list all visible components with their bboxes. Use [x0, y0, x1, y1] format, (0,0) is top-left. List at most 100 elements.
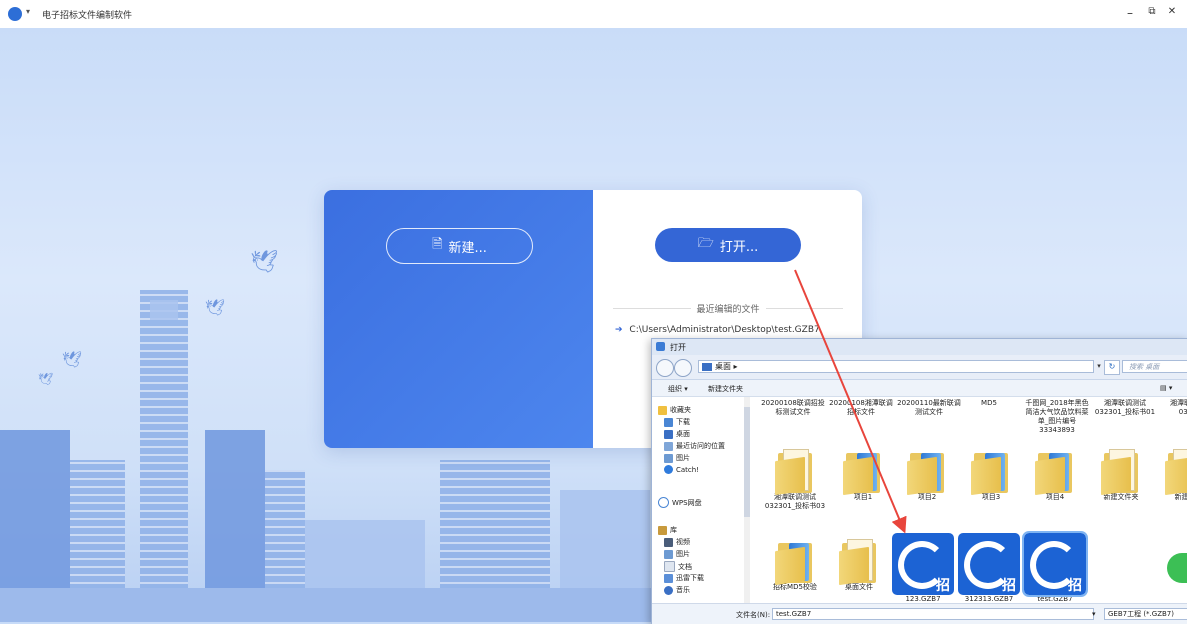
sidebar-item-catch[interactable]: Catch!: [664, 465, 699, 474]
sidebar-item-pictures-lib[interactable]: 图片: [664, 549, 690, 559]
app-logo-icon[interactable]: [8, 7, 22, 21]
view-toggle-icon[interactable]: ▤ ▾: [1160, 384, 1172, 392]
app-menu-caret-icon[interactable]: ▾: [26, 7, 30, 16]
list-item[interactable]: 招 123.GZB7: [890, 533, 956, 603]
folder-open-icon: 🗁: [697, 236, 714, 251]
bird-icon: 🕊: [38, 372, 54, 386]
sidebar-item-library[interactable]: 库: [658, 525, 677, 535]
filename-dropdown-icon[interactable]: ▾: [1092, 610, 1096, 618]
list-item[interactable]: 湘潭联调测试032301_投标书03: [762, 447, 828, 511]
list-item[interactable]: 项目3: [958, 447, 1024, 502]
new-button[interactable]: 🗎 新建...: [386, 228, 533, 264]
folder-icon: [1101, 447, 1141, 496]
open-button-label: 打开...: [719, 239, 759, 255]
sidebar-item-favorites[interactable]: 收藏夹: [658, 405, 691, 415]
list-item[interactable]: 招 312313.GZB7: [956, 533, 1022, 603]
list-item[interactable]: 20200108湘潭联调招标文件: [828, 399, 894, 417]
list-item[interactable]: 湘潭联调测试0323...: [1158, 399, 1187, 417]
refresh-button[interactable]: ↻: [1104, 360, 1120, 375]
list-item[interactable]: 招标MD5校验: [762, 537, 828, 592]
library-icon: [658, 525, 667, 535]
sidebar-item-wps-cloud[interactable]: WPS网盘: [658, 497, 702, 508]
folder-icon: [1035, 447, 1075, 496]
minimize-button[interactable]: –: [1122, 6, 1138, 20]
recent-file-item[interactable]: ➔ C:\Users\Administrator\Desktop\test.GZ…: [615, 325, 820, 335]
thunder-icon: [664, 573, 673, 583]
folder-icon: [775, 447, 815, 496]
recent-icon: [664, 441, 673, 451]
list-item[interactable]: 项目1: [830, 447, 896, 502]
list-item[interactable]: 20200108联调招投标测试文件: [760, 399, 826, 417]
cloud-icon: [658, 497, 669, 508]
picture-icon: [664, 453, 673, 463]
dialog-nav-bar: 桌面 ▸ ▾ ↻ 搜索 桌面: [652, 355, 1187, 380]
recent-heading-label: 最近编辑的文件: [696, 305, 760, 315]
document-icon: [664, 561, 675, 572]
new-panel: 🗎 新建...: [324, 190, 593, 448]
folder-icon: [907, 447, 947, 496]
dialog-app-icon: [656, 342, 665, 351]
folder-icon: [843, 447, 883, 496]
new-file-icon: 🗎: [432, 237, 443, 252]
folder-icon: [971, 447, 1011, 496]
list-item[interactable]: 项目2: [894, 447, 960, 502]
dialog-title-bar: 打开: [652, 339, 1187, 355]
recent-file-path: C:\Users\Administrator\Desktop\test.GZB7: [629, 325, 820, 335]
file-list: 20200108联调招投标测试文件 20200108湘潭联调招标文件 20200…: [750, 397, 1187, 603]
star-icon: [658, 405, 667, 415]
video-icon: [664, 537, 673, 547]
sidebar-item-documents[interactable]: 文档: [664, 561, 692, 572]
catch-icon: [664, 465, 673, 474]
list-item[interactable]: 桌面文件: [826, 537, 892, 592]
gzb-file-icon: 招: [1022, 531, 1088, 597]
list-item[interactable]: 项目4: [1022, 447, 1088, 502]
new-button-label: 新建...: [448, 240, 487, 256]
chevron-right-icon: ➔: [615, 325, 623, 335]
sidebar-item-thunder[interactable]: 迅雷下载: [664, 573, 704, 583]
sidebar-item-music[interactable]: 音乐: [664, 585, 690, 595]
list-item[interactable]: MD5: [956, 399, 1022, 408]
list-item[interactable]: 新建...: [1152, 447, 1187, 502]
folder-icon: [839, 537, 879, 586]
sidebar-item-desktop[interactable]: 桌面: [664, 429, 690, 439]
address-dropdown-icon[interactable]: ▾: [1094, 360, 1104, 373]
sidebar-item-pictures[interactable]: 图片: [664, 453, 690, 463]
restore-button[interactable]: ⧉: [1144, 6, 1160, 17]
new-folder-button[interactable]: 新建文件夹: [708, 384, 743, 394]
desktop-icon: [702, 363, 712, 371]
gzb-file-icon: 招: [958, 533, 1020, 595]
music-icon: [664, 585, 673, 595]
list-item[interactable]: 新建文件夹: [1088, 447, 1154, 502]
download-icon: [664, 417, 673, 427]
dialog-toolbar: 组织 ▾ 新建文件夹 ▤ ▾: [652, 380, 1187, 397]
back-button[interactable]: [656, 359, 674, 377]
app-title: 电子招标文件编制软件: [42, 11, 133, 21]
filename-label: 文件名(N):: [736, 611, 771, 619]
dialog-sidebar: 收藏夹 下载 桌面 最近访问的位置 图片 Catch! WPS网盘 库 视频 图…: [652, 397, 751, 603]
address-bar[interactable]: 桌面 ▸: [698, 360, 1094, 373]
list-item[interactable]: 20200110最新联调测试文件: [896, 399, 962, 417]
bird-icon: 🕊: [250, 250, 278, 275]
filetype-select[interactable]: GEB7工程 (*.GZB7): [1104, 608, 1187, 620]
list-item[interactable]: 千图网_2018年黑色简洁大气饮品饮料菜单_图片编号33343893: [1024, 399, 1090, 435]
dialog-title: 打开: [670, 343, 686, 352]
organize-button[interactable]: 组织 ▾: [668, 384, 688, 394]
close-button[interactable]: ✕: [1164, 6, 1180, 17]
bird-icon: 🕊: [205, 298, 226, 317]
list-item[interactable]: 湘潭联调测试032301_投标书01: [1092, 399, 1158, 417]
folder-icon: [1165, 447, 1187, 496]
title-bar: ▾ 电子招标文件编制软件 – ⧉ ✕: [0, 0, 1187, 28]
gzb-file-icon: 招: [892, 533, 954, 595]
forward-button[interactable]: [674, 359, 692, 377]
sidebar-item-recent[interactable]: 最近访问的位置: [664, 441, 725, 451]
filename-input[interactable]: test.GZB7: [772, 608, 1094, 620]
list-item-selected[interactable]: 招 test.GZB7: [1022, 531, 1088, 603]
address-caret-icon: ▸: [733, 362, 738, 371]
search-input[interactable]: 搜索 桌面: [1122, 360, 1187, 373]
sidebar-item-downloads[interactable]: 下载: [664, 417, 690, 427]
open-button[interactable]: 🗁 打开...: [655, 228, 801, 262]
bird-icon: 🕊: [62, 350, 83, 369]
sidebar-item-videos[interactable]: 视频: [664, 537, 690, 547]
address-text: 桌面: [715, 362, 731, 371]
recent-heading: 最近编辑的文件: [613, 302, 844, 315]
